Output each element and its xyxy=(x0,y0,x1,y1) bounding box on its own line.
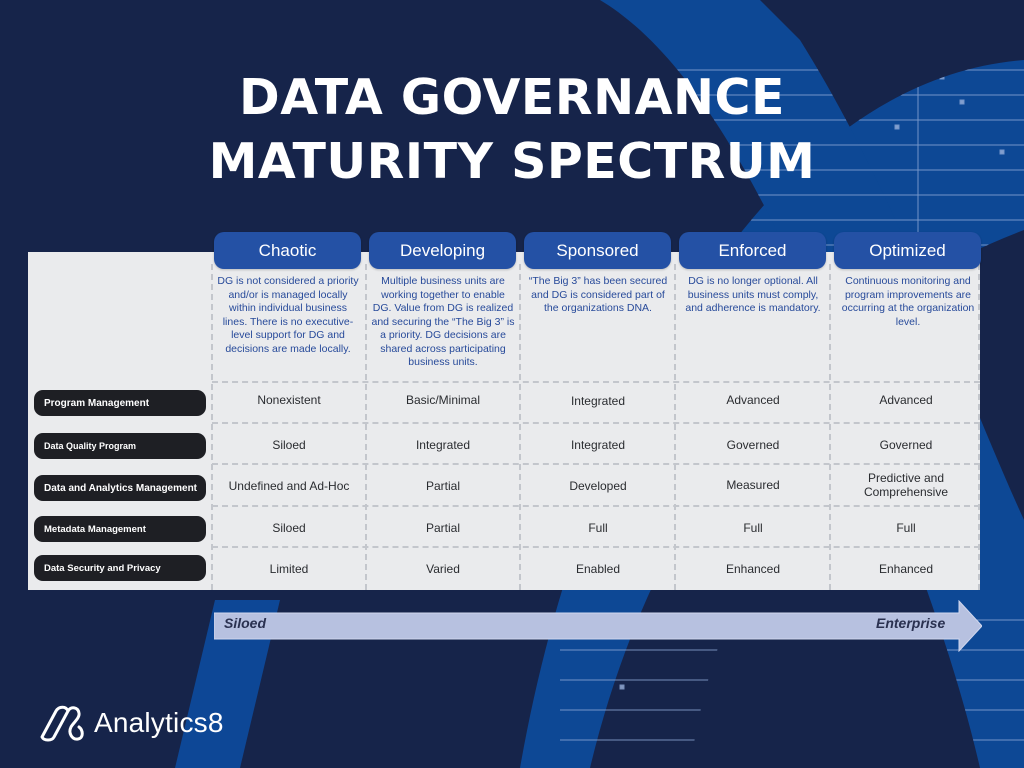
row-label-data-security-privacy: Data Security and Privacy xyxy=(34,555,206,581)
spectrum-arrow xyxy=(214,600,982,652)
table-cell: Measured xyxy=(726,478,780,492)
row-label-metadata-management: Metadata Management xyxy=(34,516,206,542)
table-cell: Advanced xyxy=(879,393,933,407)
grid-divider xyxy=(212,422,980,424)
table-cell: Integrated xyxy=(570,394,626,408)
brand-name: Analytics8 xyxy=(94,707,224,738)
analytics8-logo-icon xyxy=(40,705,84,742)
brand-logo: Analytics8 xyxy=(38,703,224,743)
table-cell: Full xyxy=(896,521,916,535)
stage-description-enforced: DG is no longer optional. All business u… xyxy=(685,275,821,314)
table-cell: Siloed xyxy=(272,521,306,535)
table-cell: Enhanced xyxy=(878,562,934,576)
stage-description-developing: Multiple business units are working toge… xyxy=(371,275,515,368)
table-cell: Partial xyxy=(425,479,460,493)
table-cell: Full xyxy=(588,521,608,535)
table-cell: Predictive and Comprehensive xyxy=(863,471,949,499)
row-label-data-quality-program: Data Quality Program xyxy=(34,433,206,459)
page-title: DATA GOVERNANCE MATURITY SPECTRUM xyxy=(0,66,1024,194)
table-cell: Integrated xyxy=(415,438,471,452)
stage-header-sponsored: Sponsored xyxy=(524,232,671,269)
table-cell: Partial xyxy=(425,521,460,535)
table-cell: Undefined and Ad-Hoc xyxy=(228,479,350,493)
stage-description-sponsored: “The Big 3” has been secured and DG is c… xyxy=(528,275,668,314)
stage-description-chaotic: DG is not considered a priority and/or i… xyxy=(217,275,359,355)
table-cell: Governed xyxy=(879,438,933,452)
table-cell: Siloed xyxy=(272,438,306,452)
table-cell: Governed xyxy=(726,438,780,452)
table-cell: Limited xyxy=(269,562,309,576)
title-line-1: DATA GOVERNANCE xyxy=(239,69,785,126)
stage-description-optimized: Continuous monitoring and program improv… xyxy=(841,275,975,328)
table-cell: Integrated xyxy=(570,438,626,452)
stage-header-optimized: Optimized xyxy=(834,232,981,269)
table-cell: Varied xyxy=(426,562,460,576)
stage-header-developing: Developing xyxy=(369,232,516,269)
table-cell: Advanced xyxy=(726,393,780,407)
table-cell: Full xyxy=(743,521,763,535)
table-cell: Developed xyxy=(569,479,627,493)
table-cell: Enabled xyxy=(575,562,621,576)
table-cell: Basic/Minimal xyxy=(405,393,480,407)
stage-header-enforced: Enforced xyxy=(679,232,826,269)
row-label-data-analytics-management: Data and Analytics Management xyxy=(34,475,206,501)
row-label-program-management: Program Management xyxy=(34,390,206,416)
spectrum-start-label: Siloed xyxy=(224,615,267,631)
spectrum-end-label: Enterprise xyxy=(876,615,946,631)
stage-header-chaotic: Chaotic xyxy=(214,232,361,269)
table-cell: Nonexistent xyxy=(257,393,321,407)
table-cell: Enhanced xyxy=(725,562,781,576)
title-line-2: MATURITY SPECTRUM xyxy=(208,133,816,190)
